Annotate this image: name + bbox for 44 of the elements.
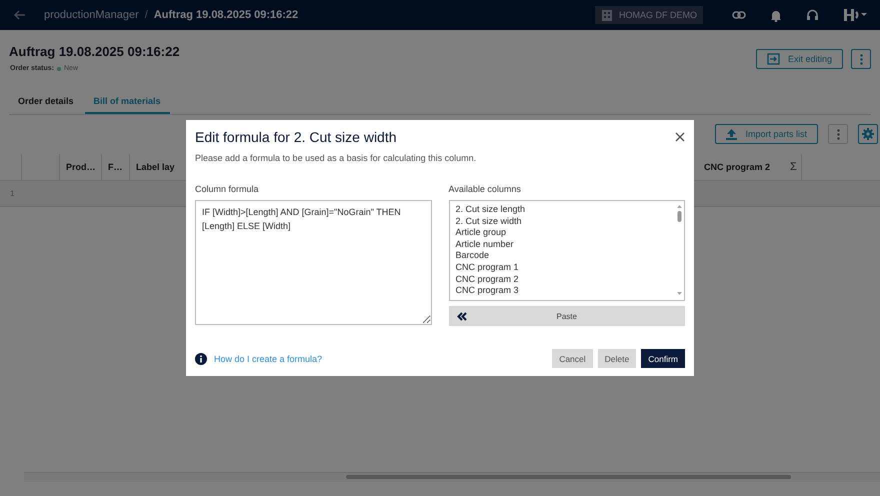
list-item[interactable]: CNC program 2 — [456, 274, 670, 286]
bell-icon[interactable] — [770, 8, 782, 22]
info-icon — [195, 352, 207, 364]
paste-button[interactable]: Paste — [448, 306, 685, 326]
list-item[interactable]: Article group — [456, 227, 670, 239]
scrollbar-thumb[interactable] — [346, 475, 791, 479]
breadcrumb-separator: / — [144, 9, 148, 21]
columns-list[interactable]: 2. Cut size length 2. Cut size width Article group Article number Barcode CNC program 1 CNC program 2 CNC program 3 — [448, 200, 685, 301]
kebab-icon — [836, 128, 840, 140]
field-label: Available columns — [448, 184, 522, 194]
headset-icon[interactable] — [806, 9, 819, 21]
column-header: Prod… — [60, 154, 102, 180]
list-item[interactable]: 2. Cut size length — [456, 204, 670, 216]
column-header: CNC program 2 — [703, 161, 772, 174]
field-label: Column formula — [195, 184, 260, 194]
order-title: Auftrag 19.08.2025 09:16:22 — [9, 44, 181, 59]
list-item[interactable]: 2. Cut size width — [456, 216, 670, 228]
settings-icon — [862, 128, 874, 140]
exit-icon — [766, 53, 780, 65]
more-button[interactable] — [851, 49, 871, 69]
more-button[interactable] — [828, 124, 848, 144]
dialog-description: Please add a formula to be used as a basis for calculating this column. — [195, 153, 478, 163]
settings-button[interactable] — [858, 124, 878, 144]
dialog-button[interactable]: Delete — [598, 349, 636, 368]
tab[interactable]: Order details — [9, 90, 83, 114]
horizontal-scrollbar[interactable] — [24, 472, 880, 482]
close-icon[interactable] — [675, 132, 685, 142]
dialog-title: Edit formula for 2. Cut size width — [195, 129, 397, 145]
breadcrumb-item: Auftrag 19.08.2025 09:16:22 — [154, 9, 298, 21]
back-arrow-icon[interactable] — [14, 10, 26, 20]
list-item[interactable]: Article number — [456, 238, 670, 250]
kebab-icon — [860, 54, 862, 64]
upload-icon — [726, 128, 738, 140]
list-item[interactable]: CNC program 3 — [456, 285, 670, 297]
column-header: F… — [102, 154, 130, 180]
logo-menu-icon[interactable] — [843, 8, 867, 22]
list-item[interactable]: CNC program 1 — [456, 262, 670, 274]
double-chevron-left-icon — [456, 312, 466, 320]
dialog-button[interactable]: Cancel — [552, 349, 593, 368]
list-item[interactable]: Barcode — [456, 250, 670, 262]
link-icon[interactable] — [732, 11, 746, 19]
building-icon — [601, 9, 613, 21]
dialog-button[interactable]: Confirm — [641, 349, 685, 368]
formula-field[interactable]: IF [Width]>[Length] AND [Grain]="NoGrain" THEN [Length] ELSE [Width] — [195, 200, 432, 325]
